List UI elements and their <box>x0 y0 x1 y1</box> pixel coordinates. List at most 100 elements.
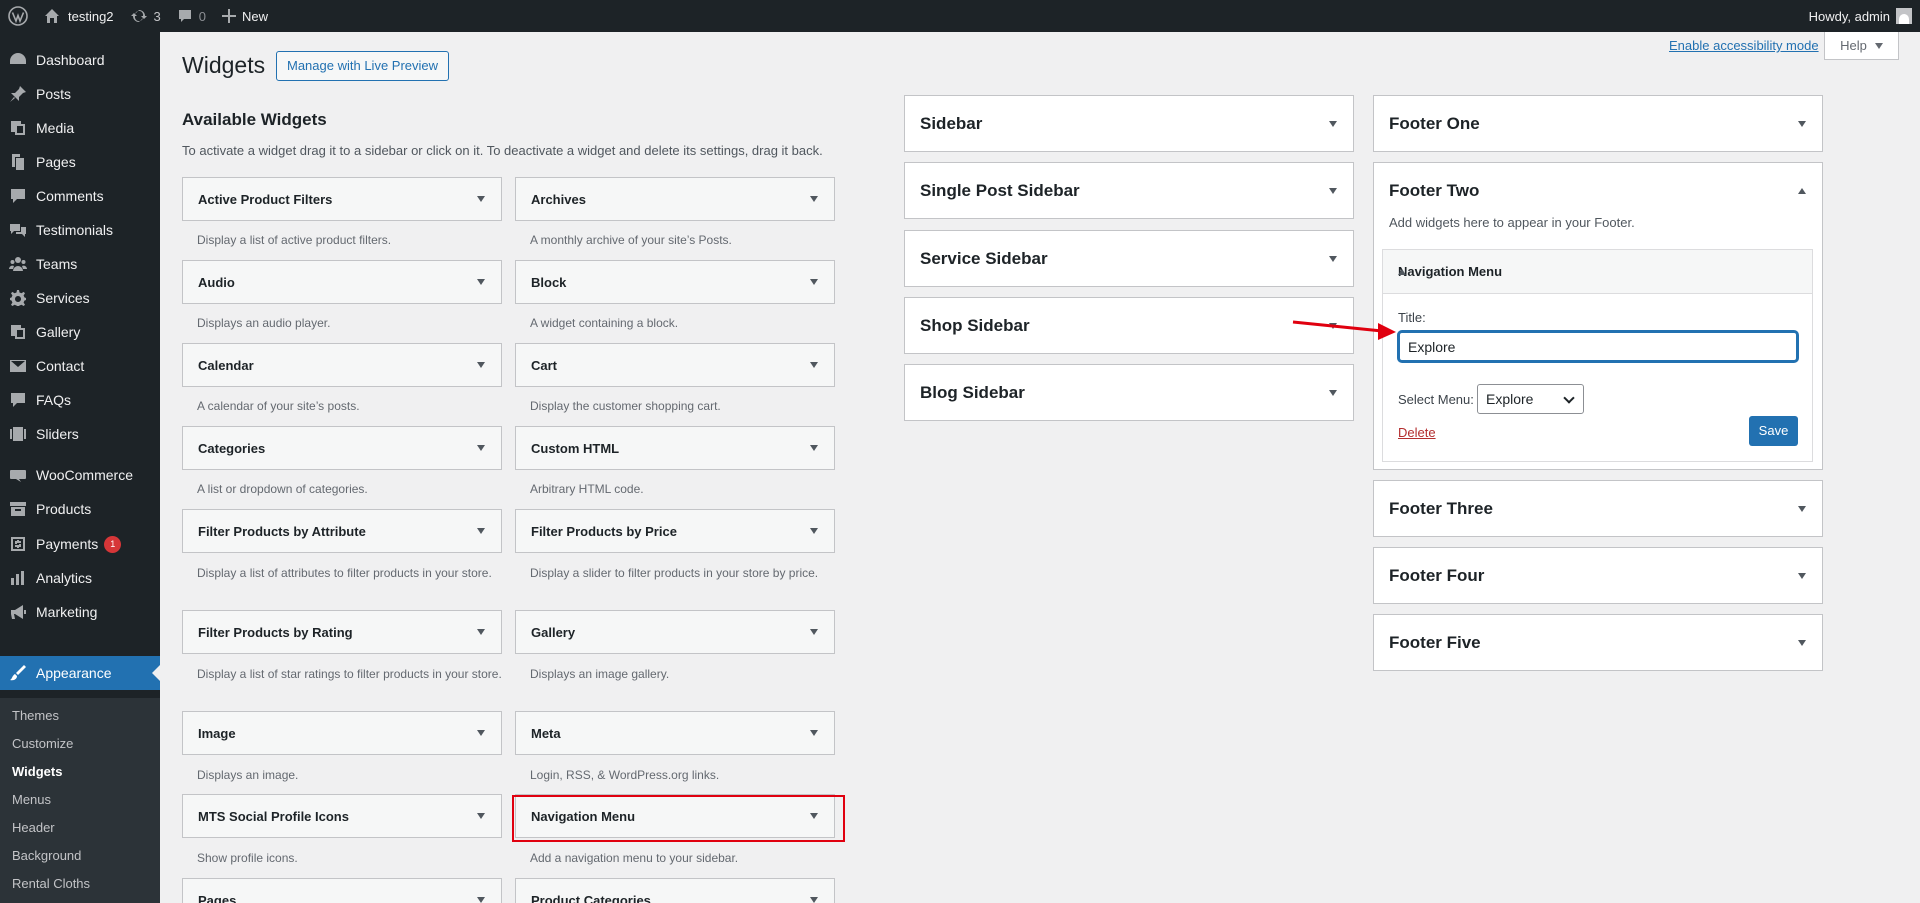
submenu-background[interactable]: Background <box>12 846 81 866</box>
submenu-widgets[interactable]: Widgets <box>12 762 62 782</box>
widget-title: Filter Products by Attribute <box>198 523 366 539</box>
menu-label: Services <box>36 290 90 306</box>
menu-marketing[interactable]: Marketing <box>0 595 160 629</box>
widget-description: Login, RSS, & WordPress.org links. <box>530 768 720 782</box>
menu-media[interactable]: Media <box>0 111 160 145</box>
menu-testimonials[interactable]: Testimonials <box>0 213 160 247</box>
gallery-icon <box>0 323 36 341</box>
submenu-themes[interactable]: Themes <box>12 706 59 726</box>
sidebar-area-footer-one[interactable]: Footer One <box>1373 95 1823 152</box>
widget-pages[interactable]: Pages <box>182 878 502 903</box>
save-button[interactable]: Save <box>1749 416 1798 446</box>
widget-title: Filter Products by Price <box>531 523 677 539</box>
widget-filter-by-price[interactable]: Filter Products by Price <box>515 509 835 553</box>
widget-gallery[interactable]: Gallery <box>515 610 835 654</box>
widget-description: Display a slider to filter products in y… <box>530 566 819 580</box>
widget-categories[interactable]: Categories <box>182 426 502 470</box>
help-label: Help <box>1840 38 1867 53</box>
chart-bar-icon <box>0 569 36 587</box>
title-input[interactable] <box>1398 331 1798 362</box>
widget-description: Displays an image gallery. <box>530 667 670 681</box>
account-menu[interactable]: Howdy, admin <box>1801 0 1920 32</box>
widget-filter-by-attribute[interactable]: Filter Products by Attribute <box>182 509 502 553</box>
help-button[interactable]: Help <box>1824 32 1899 60</box>
submenu-menus[interactable]: Menus <box>12 790 51 810</box>
menu-posts[interactable]: Posts <box>0 77 160 111</box>
site-name-link[interactable]: testing2 <box>36 0 122 32</box>
delete-link[interactable]: Delete <box>1398 425 1436 440</box>
menu-payments[interactable]: Payments 1 <box>0 527 160 561</box>
widget-description: Show profile icons. <box>197 851 298 865</box>
new-content-link[interactable]: New <box>214 0 276 32</box>
sidebar-area-footer-three[interactable]: Footer Three <box>1373 480 1823 537</box>
submenu-customize[interactable]: Customize <box>12 734 73 754</box>
sidebar-area-footer-five[interactable]: Footer Five <box>1373 614 1823 671</box>
widget-audio[interactable]: Audio <box>182 260 502 304</box>
menu-contact[interactable]: Contact <box>0 349 160 383</box>
comments-link[interactable]: 0 <box>169 0 214 32</box>
widget-cart[interactable]: Cart <box>515 343 835 387</box>
sidebar-area-single-post[interactable]: Single Post Sidebar <box>904 162 1354 219</box>
widget-description: A widget containing a block. <box>530 316 679 330</box>
menu-faqs[interactable]: FAQs <box>0 383 160 417</box>
sidebar-area-shop[interactable]: Shop Sidebar <box>904 297 1354 354</box>
menu-woocommerce[interactable]: WooCommerce <box>0 458 160 492</box>
triangle-down-icon <box>1329 120 1337 127</box>
menu-teams[interactable]: Teams <box>0 247 160 281</box>
sidebar-area-title: Footer One <box>1389 114 1480 133</box>
submenu-rental-cloths[interactable]: Rental Cloths <box>12 874 90 894</box>
live-preview-button[interactable]: Manage with Live Preview <box>276 51 450 81</box>
widget-product-categories[interactable]: Product Categories <box>515 878 835 903</box>
widget-archives[interactable]: Archives <box>515 177 835 221</box>
widget-block[interactable]: Block <box>515 260 835 304</box>
widget-title: Custom HTML <box>531 440 620 456</box>
triangle-down-icon <box>810 362 818 368</box>
sidebar-area-title: Shop Sidebar <box>920 316 1030 335</box>
home-icon <box>45 9 59 23</box>
admin-bar: testing2 3 0 New Howdy, admin <box>0 0 1920 32</box>
testimonial-icon <box>0 221 36 239</box>
menu-sliders[interactable]: Sliders <box>0 417 160 451</box>
sidebar-area-footer-four[interactable]: Footer Four <box>1373 547 1823 604</box>
menu-label: Sliders <box>36 426 79 442</box>
widget-custom-html[interactable]: Custom HTML <box>515 426 835 470</box>
submenu-header[interactable]: Header <box>12 818 55 838</box>
accessibility-mode-link[interactable]: Enable accessibility mode <box>1669 38 1819 53</box>
widget-image[interactable]: Image <box>182 711 502 755</box>
widget-mts-social-profile-icons[interactable]: MTS Social Profile Icons <box>182 794 502 838</box>
sidebar-area-blog[interactable]: Blog Sidebar <box>904 364 1354 421</box>
triangle-up-icon[interactable] <box>1798 188 1806 194</box>
widget-title: Filter Products by Rating <box>198 624 353 640</box>
annotation-arrow-icon <box>1292 320 1396 340</box>
updates-link[interactable]: 3 <box>122 0 169 32</box>
menu-label: Dashboard <box>36 52 105 68</box>
select-menu-dropdown[interactable]: Explore <box>1477 384 1584 414</box>
sidebar-area-service[interactable]: Service Sidebar <box>904 230 1354 287</box>
menu-pages[interactable]: Pages <box>0 145 160 179</box>
triangle-down-icon <box>477 279 485 285</box>
triangle-down-icon <box>477 362 485 368</box>
widget-meta[interactable]: Meta <box>515 711 835 755</box>
triangle-down-icon <box>477 196 485 202</box>
triangle-down-icon <box>1798 120 1806 127</box>
triangle-down-icon <box>810 196 818 202</box>
sidebar-area-title[interactable]: Footer Two <box>1389 181 1479 201</box>
menu-services[interactable]: Services <box>0 281 160 315</box>
menu-dashboard[interactable]: Dashboard <box>0 43 160 77</box>
wordpress-logo-icon[interactable] <box>0 0 36 32</box>
widget-active-product-filters[interactable]: Active Product Filters <box>182 177 502 221</box>
menu-comments[interactable]: Comments <box>0 179 160 213</box>
menu-label: Products <box>36 501 92 517</box>
navigation-menu-widget-header[interactable]: Navigation Menu <box>1383 250 1812 294</box>
widget-description: Display a list of attributes to filter p… <box>197 566 492 580</box>
triangle-down-icon <box>477 629 485 635</box>
menu-products[interactable]: Products <box>0 492 160 526</box>
menu-analytics[interactable]: Analytics <box>0 561 160 595</box>
menu-appearance[interactable]: Appearance <box>0 656 160 690</box>
menu-gallery[interactable]: Gallery <box>0 315 160 349</box>
widget-calendar[interactable]: Calendar <box>182 343 502 387</box>
sidebar-area-sidebar[interactable]: Sidebar <box>904 95 1354 152</box>
widget-title: MTS Social Profile Icons <box>198 808 349 824</box>
widget-filter-by-rating[interactable]: Filter Products by Rating <box>182 610 502 654</box>
triangle-down-icon <box>477 528 485 534</box>
